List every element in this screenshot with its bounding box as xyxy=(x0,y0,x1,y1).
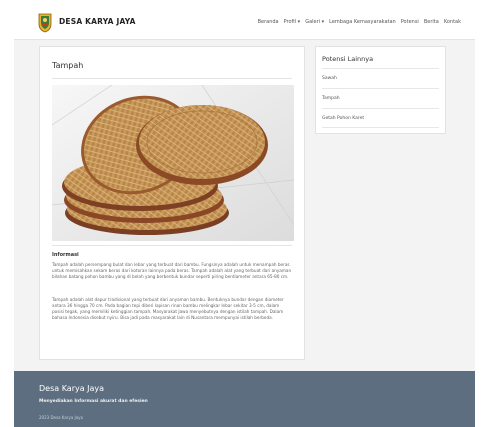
footer-tagline: Menyediakan Informasi akurat dan efesien xyxy=(39,399,148,404)
village-emblem-icon[interactable] xyxy=(38,12,52,33)
menu-item-beranda[interactable]: Beranda xyxy=(258,19,279,25)
navbar: DESA KARYA JAYA Beranda Profil ▾ Galeri … xyxy=(14,6,475,40)
info-paragraph: Tampah adalah persempang bulat dan lebar… xyxy=(52,262,292,279)
sidebar-title: Potensi Lainnya xyxy=(322,55,374,63)
page-frame: DESA KARYA JAYA Beranda Profil ▾ Galeri … xyxy=(14,6,475,427)
sidebar-item-getah-pohon-karet[interactable]: Getah Pohon Karet xyxy=(322,108,439,128)
divider xyxy=(52,78,292,79)
info-paragraph: Tampah adalah alat dapur tradisional yan… xyxy=(52,297,284,320)
menu-item-potensi[interactable]: Potensi xyxy=(401,19,419,25)
page-title: Tampah xyxy=(52,61,84,70)
tampah-photo xyxy=(52,85,294,241)
sidebar-card: Potensi Lainnya Sawah Tampah Getah Pohon… xyxy=(315,46,446,134)
content-card: Tampah Informasi Tampah adalah persempan… xyxy=(39,46,305,360)
menu-item-galeri[interactable]: Galeri ▾ xyxy=(305,19,324,25)
menu-item-lembaga[interactable]: Lembaga Kemasyarakatan xyxy=(329,19,396,25)
sidebar-list: Sawah Tampah Getah Pohon Karet xyxy=(322,68,439,128)
menu-item-profil[interactable]: Profil ▾ xyxy=(284,19,301,25)
sidebar-item-tampah[interactable]: Tampah xyxy=(322,88,439,108)
footer-title: Desa Karya Jaya xyxy=(39,384,105,393)
brand-name[interactable]: DESA KARYA JAYA xyxy=(59,17,136,26)
main-menu: Beranda Profil ▾ Galeri ▾ Lembaga Kemasy… xyxy=(258,19,461,25)
menu-item-kontak[interactable]: Kontak xyxy=(444,19,461,25)
sidebar-item-sawah[interactable]: Sawah xyxy=(322,68,439,88)
footer-copyright: 2023 Desa Karya Jaya xyxy=(39,415,83,420)
divider xyxy=(52,245,292,246)
info-heading: Informasi xyxy=(52,252,79,258)
footer: Desa Karya Jaya Menyediakan Informasi ak… xyxy=(14,371,475,427)
menu-item-berita[interactable]: Berita xyxy=(424,19,439,25)
